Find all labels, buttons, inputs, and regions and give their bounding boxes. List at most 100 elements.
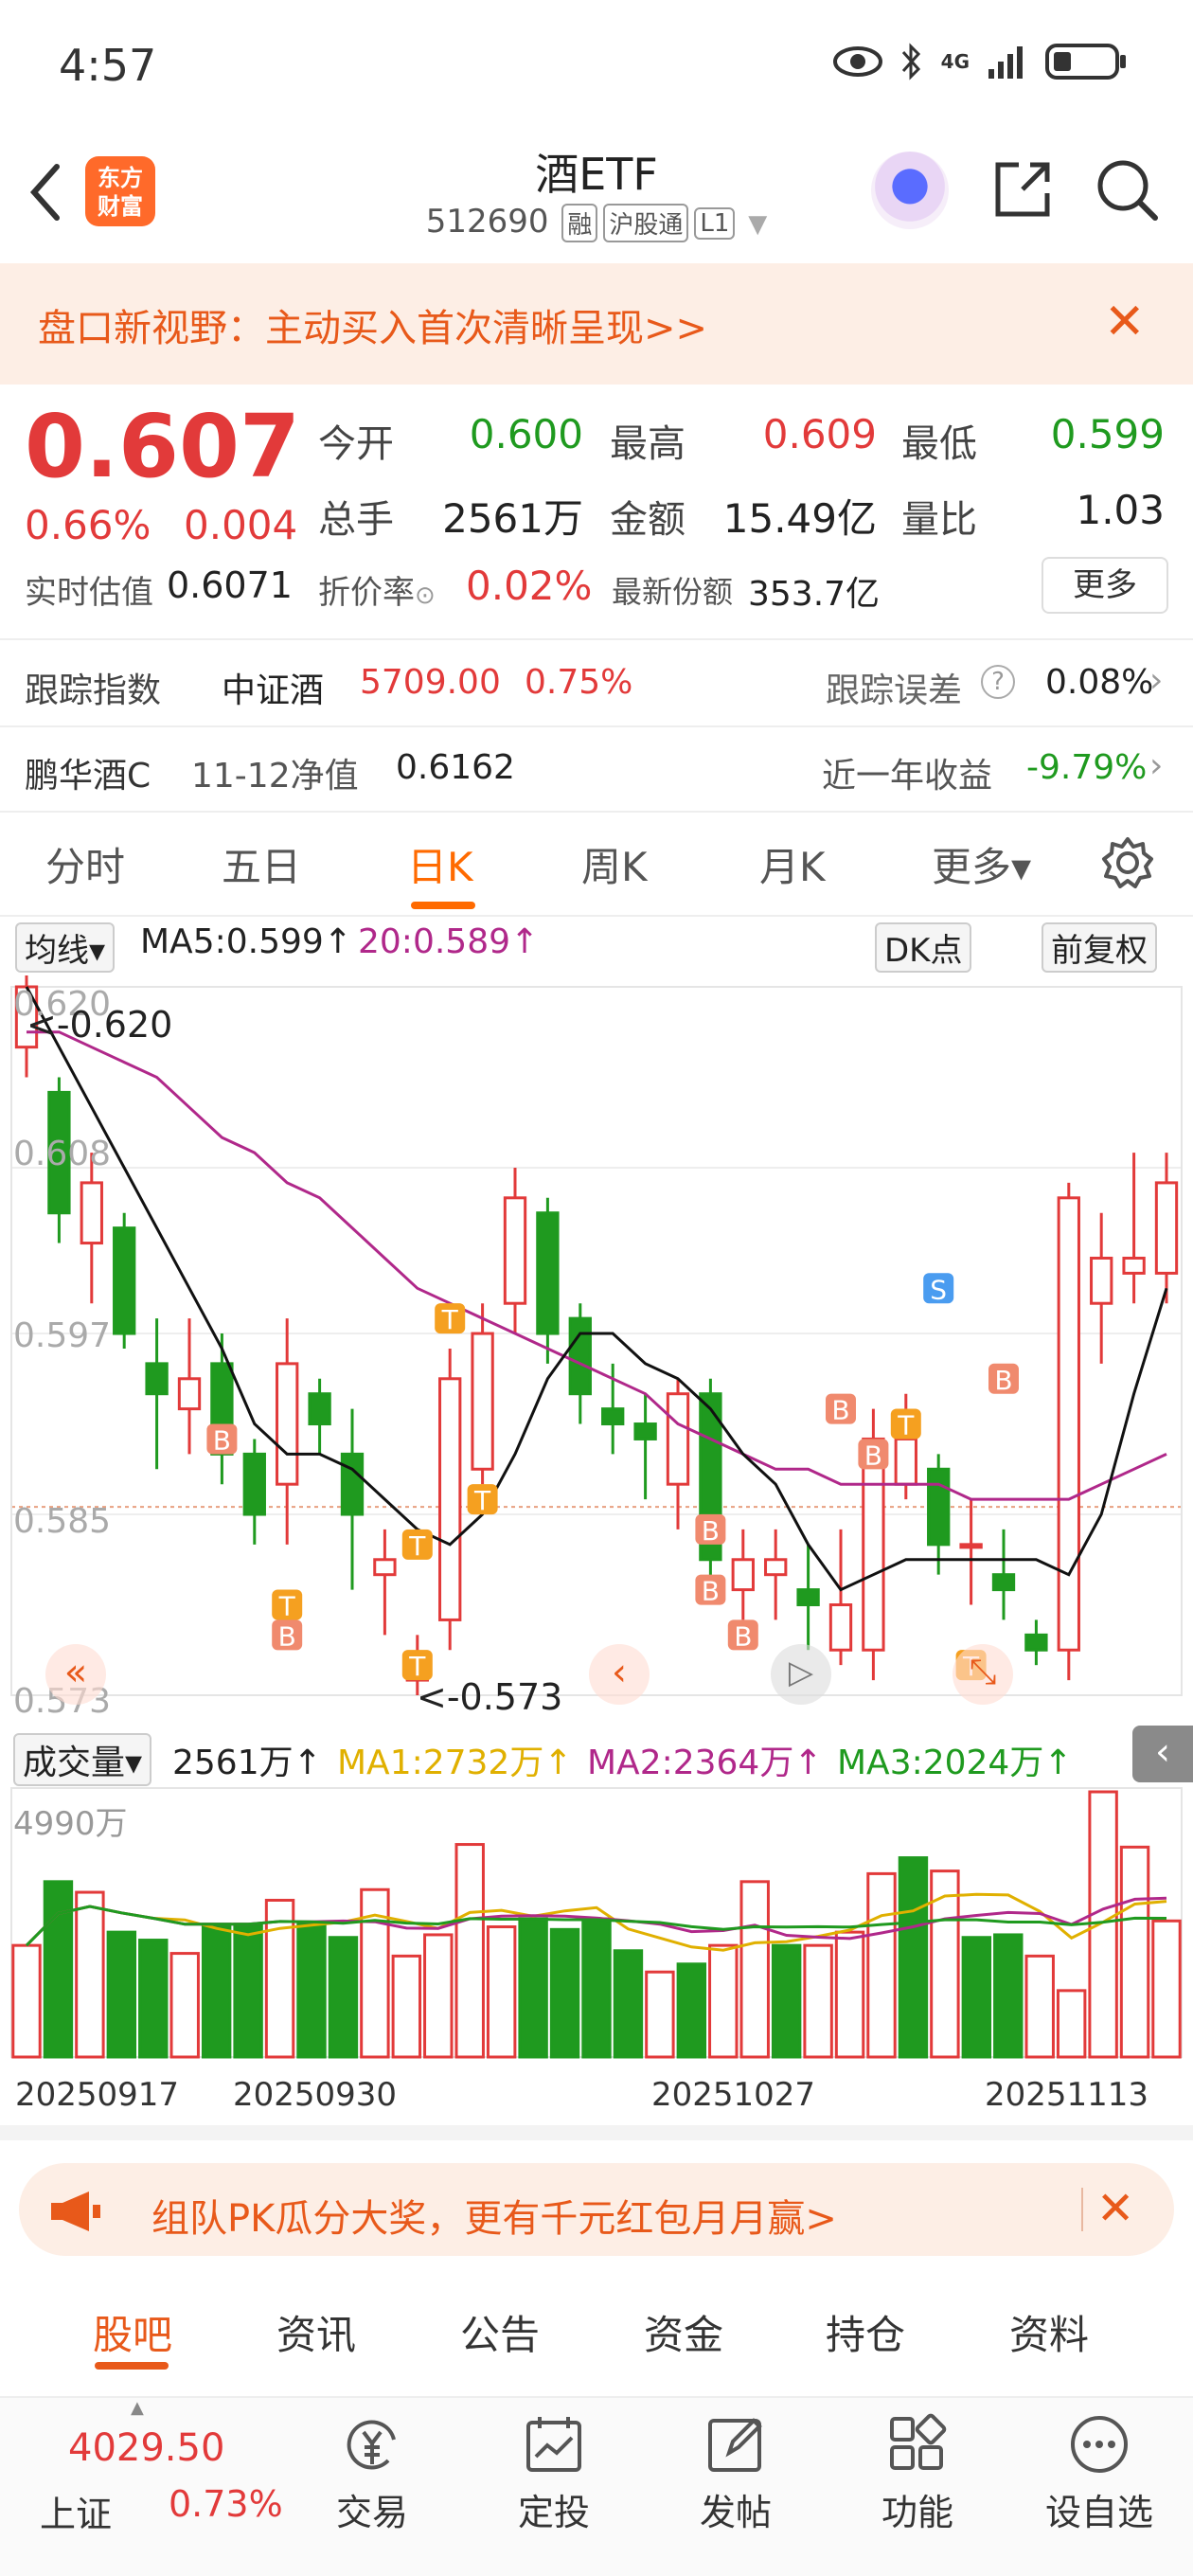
candle-body bbox=[731, 1558, 755, 1592]
signal-marker-label: B bbox=[734, 1620, 752, 1652]
network-label: 4G bbox=[940, 50, 970, 73]
ma20-label: 20:0.589↑ bbox=[358, 922, 540, 961]
volume-bar bbox=[771, 1943, 802, 2059]
volume-bar bbox=[708, 1943, 739, 2059]
high-value: 0.609 bbox=[762, 411, 877, 457]
index-value[interactable]: 4029.50 bbox=[68, 2426, 224, 2470]
tab-five-day[interactable]: 五日 bbox=[222, 835, 301, 893]
candle-body bbox=[894, 1437, 917, 1486]
open-label: 今开 bbox=[318, 422, 394, 466]
candle-body bbox=[633, 1422, 657, 1440]
divider bbox=[0, 725, 1193, 727]
divider bbox=[0, 915, 1193, 917]
tab-announcement[interactable]: 公告 bbox=[460, 2303, 540, 2361]
change-percent: 0.66% bbox=[25, 502, 151, 548]
nav-trade[interactable]: 交易 bbox=[311, 2402, 434, 2535]
volume-chart[interactable] bbox=[0, 1780, 1193, 2065]
candle-body bbox=[177, 1377, 202, 1411]
chevron-left-icon[interactable]: ‹ bbox=[589, 1644, 650, 1705]
collapse-left-icon[interactable]: ‹ bbox=[1132, 1726, 1193, 1782]
fund-name[interactable]: 鹏华酒C bbox=[25, 748, 151, 797]
fund-share-value: 353.7亿 bbox=[748, 575, 881, 614]
high-annotation: <-0.620 bbox=[27, 1004, 173, 1046]
chevron-right-icon[interactable]: › bbox=[1149, 661, 1163, 700]
tab-holdings[interactable]: 持仓 bbox=[826, 2303, 905, 2361]
tracking-index-pct: 0.75% bbox=[525, 663, 633, 702]
candle-body bbox=[438, 1377, 462, 1621]
close-icon[interactable]: ✕ bbox=[1104, 295, 1146, 349]
high-label: 最高 bbox=[610, 422, 686, 466]
tracking-index-name[interactable]: 中证酒 bbox=[222, 663, 324, 712]
tab-weekly-k[interactable]: 周K bbox=[581, 835, 648, 893]
volume-label: 总手 bbox=[318, 498, 394, 542]
candle-body bbox=[959, 1543, 983, 1549]
banner-text[interactable]: 盘口新视野：主动买入首次清晰呈现>> bbox=[38, 297, 707, 352]
signal-marker-label: T bbox=[408, 1530, 426, 1562]
help-icon[interactable]: ? bbox=[981, 665, 1015, 699]
share-icon[interactable] bbox=[990, 157, 1055, 222]
more-dots-icon[interactable]: ⊙ bbox=[415, 581, 436, 610]
volume-bar bbox=[581, 1917, 612, 2059]
expand-icon[interactable]: ⤡ bbox=[953, 1644, 1013, 1705]
candle-body bbox=[1024, 1633, 1048, 1652]
chevron-right-icon[interactable]: › bbox=[1149, 746, 1163, 785]
current-price: 0.607 bbox=[25, 396, 301, 497]
index-name: 上证 bbox=[40, 2494, 113, 2535]
nav-post[interactable]: 发帖 bbox=[674, 2402, 797, 2535]
adjust-select[interactable]: 前复权 bbox=[1042, 922, 1157, 973]
candle-body bbox=[666, 1392, 690, 1486]
tab-monthly-k[interactable]: 月K bbox=[759, 835, 826, 893]
volume-bar bbox=[391, 1954, 422, 2059]
close-icon[interactable]: ✕ bbox=[1096, 2182, 1134, 2235]
candle-body bbox=[113, 1226, 136, 1335]
candle-body bbox=[1154, 1181, 1179, 1275]
calendar-chart-icon bbox=[526, 2417, 581, 2472]
play-icon[interactable]: ▷ bbox=[771, 1644, 831, 1705]
tab-funds[interactable]: 资金 bbox=[644, 2303, 723, 2361]
candle-body bbox=[145, 1362, 169, 1396]
volume-bar bbox=[1119, 1845, 1150, 2059]
gear-icon[interactable] bbox=[1100, 835, 1155, 890]
volume-select[interactable]: 成交量▾ bbox=[13, 1733, 152, 1786]
more-dots-icon bbox=[1071, 2416, 1128, 2473]
tab-news[interactable]: 资讯 bbox=[276, 2303, 356, 2361]
candlestick-chart[interactable]: BTBTTTTBBBBBTSTB bbox=[0, 975, 1193, 1724]
nav-add-watchlist[interactable]: 设自选 bbox=[1038, 2402, 1161, 2535]
y-tick-label: 0.608 bbox=[13, 1135, 112, 1173]
index-pct: 0.73% bbox=[169, 2483, 283, 2525]
volume-bar bbox=[233, 1923, 263, 2059]
ma-select[interactable]: 均线▾ bbox=[15, 922, 116, 973]
tab-profile[interactable]: 资料 bbox=[1009, 2303, 1089, 2361]
volume-ma1-label: MA1:2732万↑ bbox=[337, 1744, 573, 1782]
fund-nav-label: 11-12净值 bbox=[191, 757, 359, 796]
assistant-robot-icon[interactable] bbox=[871, 152, 949, 229]
candle-body bbox=[1122, 1256, 1146, 1275]
candle-body bbox=[764, 1558, 788, 1577]
candle-body bbox=[340, 1452, 365, 1516]
edit-icon bbox=[708, 2418, 762, 2472]
section-gap bbox=[0, 2125, 1193, 2140]
search-icon[interactable] bbox=[1095, 157, 1161, 224]
volume-max-label: 4990万 bbox=[13, 1805, 128, 1843]
tag-connect: 沪股通 bbox=[603, 204, 689, 242]
more-button[interactable]: 更多 bbox=[1042, 557, 1168, 614]
volume-bar bbox=[613, 1949, 644, 2059]
tab-more[interactable]: 更多▾ bbox=[932, 835, 1031, 893]
tag-margin: 融 bbox=[561, 204, 598, 242]
candle-body bbox=[796, 1588, 820, 1607]
promo-text[interactable]: 组队PK瓜分大奖，更有千元红包月月赢> bbox=[151, 2188, 837, 2243]
double-left-icon[interactable]: « bbox=[45, 1644, 106, 1705]
volume-bar bbox=[739, 1880, 770, 2059]
nav-functions[interactable]: 功能 bbox=[856, 2402, 979, 2535]
tab-daily-k[interactable]: 日K bbox=[407, 835, 473, 893]
status-time: 4:57 bbox=[59, 40, 157, 91]
tab-forum[interactable]: 股吧 bbox=[93, 2303, 172, 2361]
x-tick-label: 20251027 bbox=[651, 2076, 816, 2114]
dk-point-toggle[interactable]: DK点 bbox=[875, 922, 972, 973]
chevron-up-icon[interactable]: ▲ bbox=[131, 2398, 150, 2418]
estimate-label: 实时估值 bbox=[25, 574, 153, 612]
tag-level: L1 bbox=[694, 206, 736, 240]
tab-intraday[interactable]: 分时 bbox=[45, 835, 125, 893]
fund-yield-label: 近一年收益 bbox=[822, 757, 993, 796]
nav-invest-plan[interactable]: 定投 bbox=[492, 2402, 615, 2535]
